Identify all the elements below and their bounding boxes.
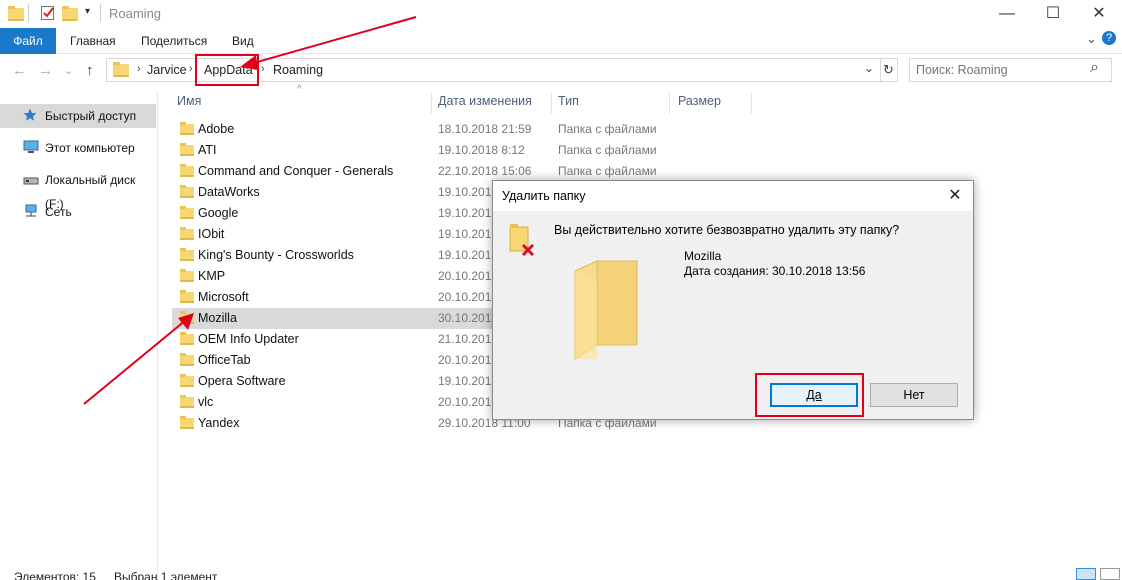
annotation-arrows [83,16,417,405]
arrow-head [178,313,194,330]
arrow-head [240,55,258,70]
arrow-line [83,319,187,405]
arrow-line [249,16,417,65]
